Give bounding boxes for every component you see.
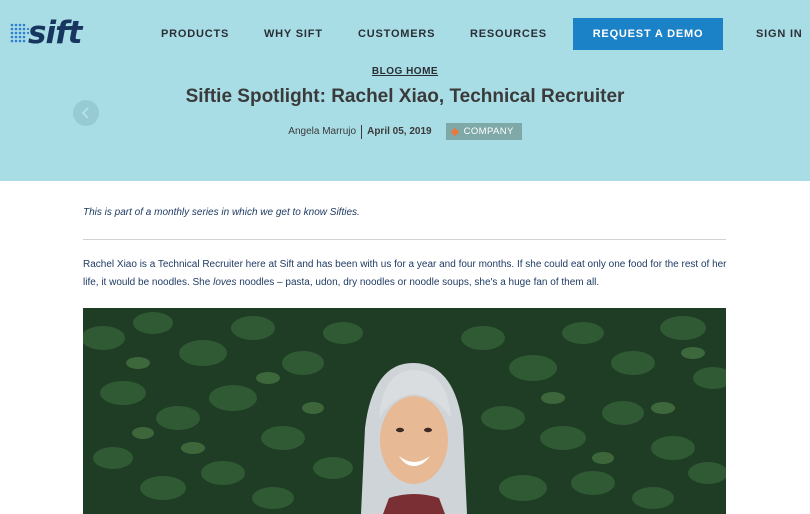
- category-tag-label: COMPANY: [463, 126, 514, 137]
- article-paragraph: Rachel Xiao is a Technical Recruiter her…: [83, 256, 728, 292]
- sift-logo[interactable]: sift: [9, 14, 82, 51]
- post-title: Siftie Spotlight: Rachel Xiao, Technical…: [185, 86, 625, 107]
- post-meta: Angela Marrujo April 05, 2019 COMPANY: [0, 123, 810, 140]
- nav-resources[interactable]: RESOURCES: [470, 28, 547, 40]
- nav-customers[interactable]: CUSTOMERS: [358, 28, 435, 40]
- post-date: April 05, 2019: [367, 126, 432, 137]
- sign-in-link[interactable]: SIGN IN: [756, 28, 803, 40]
- logo-wordmark: sift: [28, 14, 82, 51]
- diamond-icon: [450, 127, 459, 136]
- article-photo: [83, 308, 726, 514]
- post-author[interactable]: Angela Marrujo: [288, 126, 356, 137]
- para-emphasis: loves: [213, 277, 237, 288]
- blog-home-link[interactable]: BLOG HOME: [372, 66, 438, 77]
- para-text-2: noodles – pasta, udon, dry noodles or no…: [236, 277, 600, 288]
- category-tag[interactable]: COMPANY: [445, 123, 522, 140]
- request-demo-button[interactable]: REQUEST A DEMO: [573, 18, 723, 50]
- meta-divider: [361, 124, 363, 139]
- nav-why-sift[interactable]: WHY SIFT: [264, 28, 323, 40]
- blog-home-container: BLOG HOME: [0, 61, 810, 79]
- chevron-left-icon: [81, 107, 89, 119]
- nav-products[interactable]: PRODUCTS: [161, 28, 229, 40]
- article-intro: This is part of a monthly series in whic…: [83, 207, 360, 218]
- hero-section: sift PRODUCTS WHY SIFT CUSTOMERS RESOURC…: [0, 0, 810, 181]
- content-divider: [83, 239, 726, 240]
- dot-grid-icon: [9, 19, 29, 47]
